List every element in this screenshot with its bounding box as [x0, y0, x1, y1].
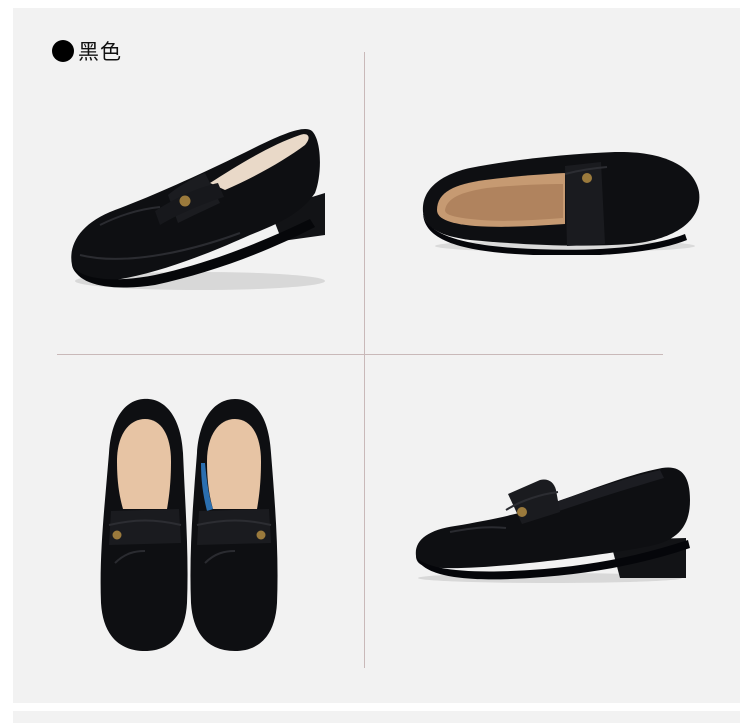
divider-horizontal: [57, 354, 663, 355]
bottom-strip: [13, 711, 740, 723]
loafer-pair-top-view: [100, 398, 278, 651]
color-label: 黑色: [52, 36, 122, 66]
loafer-side-profile-view: [415, 467, 690, 583]
color-name: 黑色: [78, 40, 122, 64]
divider-vertical: [364, 52, 365, 668]
loafer-three-quarter-view: [71, 128, 325, 290]
loafer-top-side-view: [422, 151, 700, 255]
color-dot-icon: [52, 40, 74, 62]
